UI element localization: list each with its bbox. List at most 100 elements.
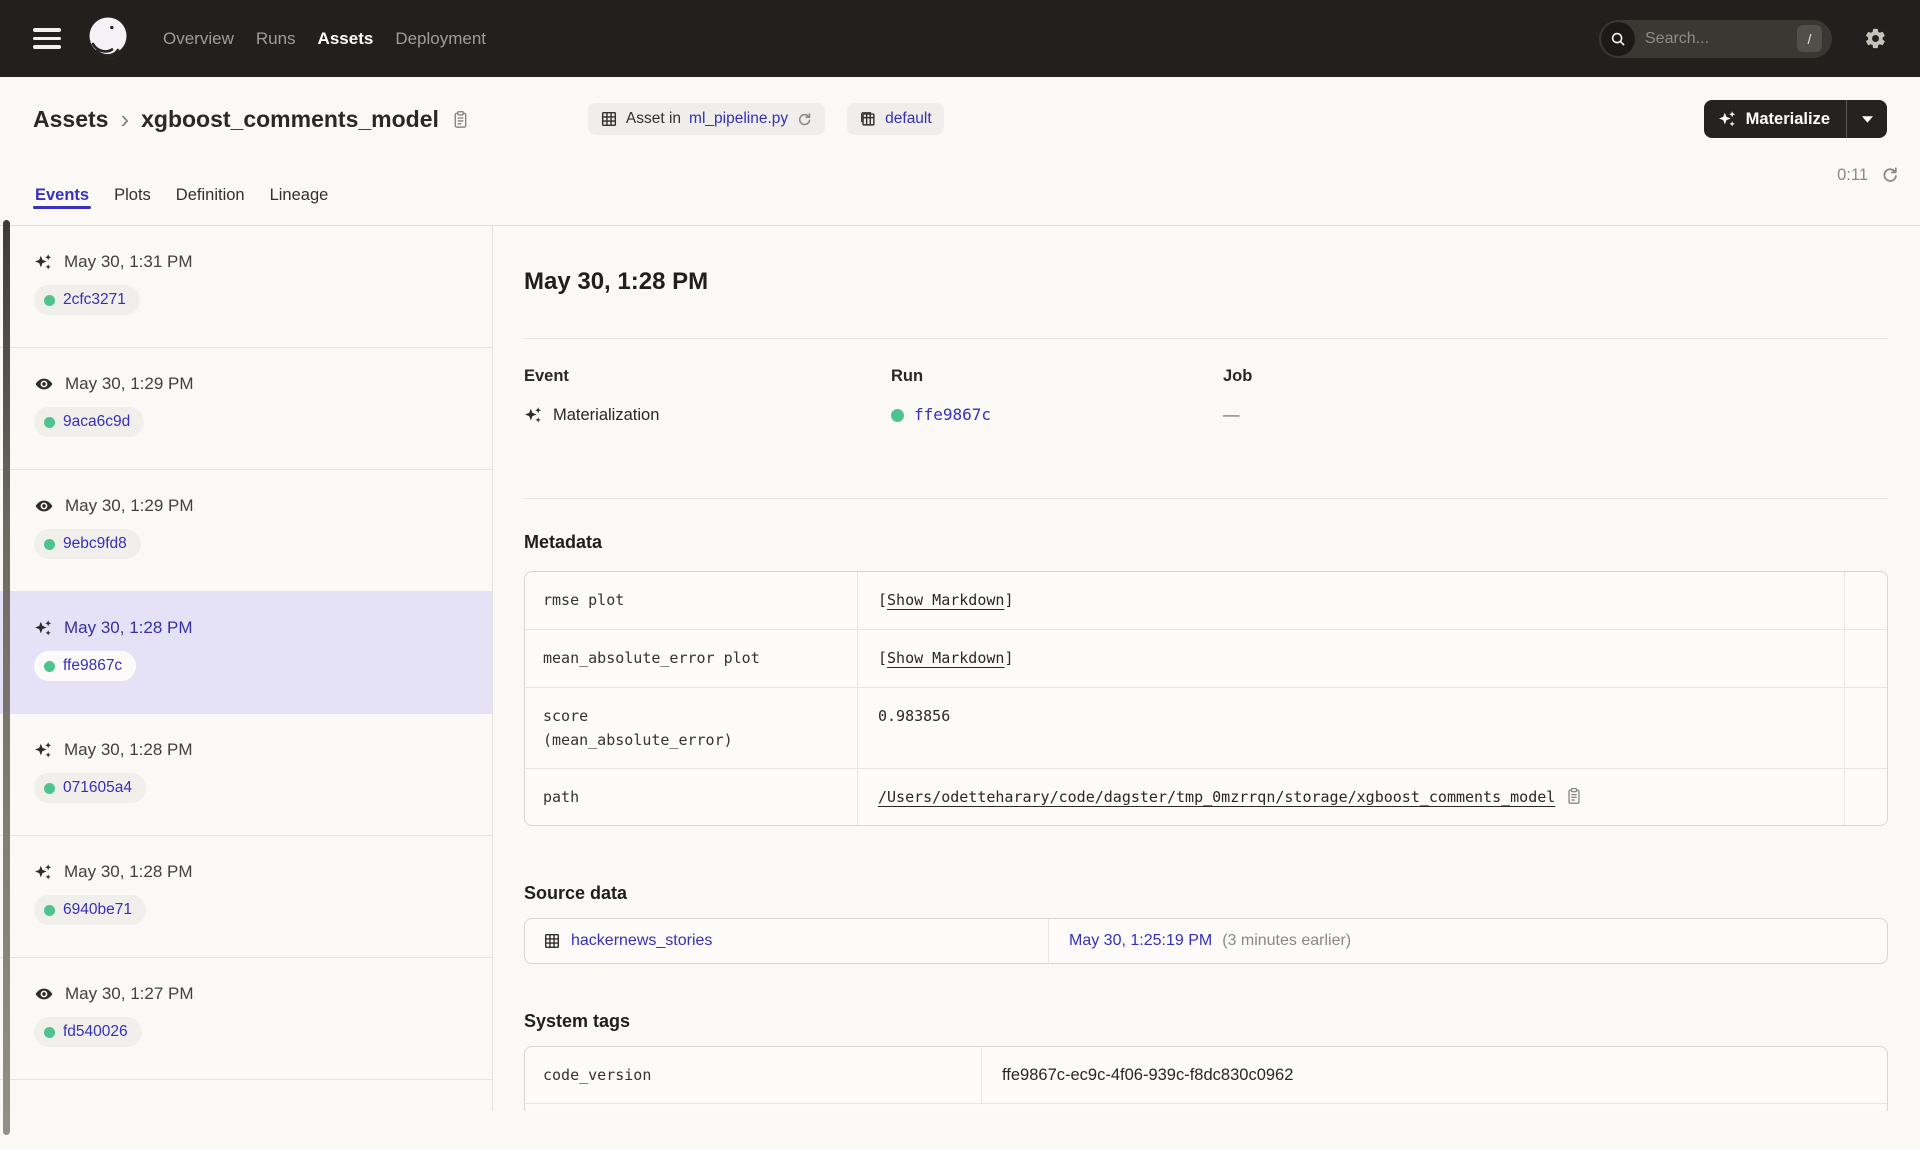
event-list-item[interactable]: May 30, 1:28 PM 071605a4 bbox=[0, 714, 492, 836]
show-markdown-link[interactable]: Show Markdown bbox=[887, 591, 1004, 609]
event-timestamp: May 30, 1:31 PM bbox=[64, 252, 193, 271]
octopus-logo-icon bbox=[89, 17, 127, 60]
run-id-link[interactable]: 9aca6c9d bbox=[34, 407, 145, 437]
run-id-text: 9aca6c9d bbox=[63, 413, 131, 430]
show-markdown-link[interactable]: Show Markdown bbox=[887, 649, 1004, 667]
metadata-key: rmse plot bbox=[525, 572, 858, 629]
code-location-link[interactable]: ml_pipeline.py bbox=[689, 110, 788, 128]
run-id-link[interactable]: 6940be71 bbox=[34, 895, 146, 925]
run-status-dot bbox=[44, 782, 55, 794]
search-shortcut-key: / bbox=[1797, 25, 1822, 52]
run-link[interactable]: ffe9867c bbox=[914, 402, 991, 428]
breadcrumb-separator: › bbox=[120, 104, 130, 134]
event-detail-panel: May 30, 1:28 PM Event Materialization Ru… bbox=[493, 226, 1920, 1111]
materialization-icon bbox=[34, 619, 53, 638]
event-column-label: Event bbox=[524, 367, 569, 385]
run-id-text: fd540026 bbox=[63, 1023, 128, 1040]
run-status-dot bbox=[44, 1026, 55, 1038]
run-status-dot bbox=[44, 660, 55, 672]
run-id-link[interactable]: 2cfc3271 bbox=[34, 285, 140, 315]
scrollbar[interactable] bbox=[3, 220, 10, 1135]
event-list: May 30, 1:31 PM 2cfc3271 May 30, 1:29 PM 9a… bbox=[0, 226, 493, 1111]
metadata-row: rmse plot [Show Markdown] bbox=[525, 572, 1887, 629]
source-time-note: (3 minutes earlier) bbox=[1222, 932, 1352, 949]
run-id-text: 2cfc3271 bbox=[63, 291, 126, 308]
system-tag-row: code_version ffe9867c-ec9c-4f06-939c-f8dc… bbox=[525, 1047, 1887, 1103]
settings-gear-icon[interactable] bbox=[1864, 27, 1887, 50]
asset-group-badge: default bbox=[847, 103, 944, 135]
metadata-row: score (mean_absolute_error) 0.983856 bbox=[525, 687, 1887, 768]
metadata-table: rmse plot [Show Markdown] mean_absolute_er… bbox=[524, 571, 1888, 826]
asset-grid-icon bbox=[601, 111, 616, 127]
event-timestamp: May 30, 1:27 PM bbox=[65, 984, 194, 1003]
refresh-icon[interactable] bbox=[1880, 165, 1900, 185]
reload-location-icon[interactable] bbox=[796, 111, 813, 128]
bracket: ] bbox=[1004, 649, 1014, 667]
nav-link-runs[interactable]: Runs bbox=[256, 29, 296, 49]
materialize-label: Materialize bbox=[1745, 109, 1830, 128]
source-materialization-time-link[interactable]: May 30, 1:25:19 PM bbox=[1069, 932, 1212, 950]
primary-nav: Overview Runs Assets Deployment bbox=[163, 29, 486, 49]
run-status-dot bbox=[44, 538, 55, 550]
run-id-text: 071605a4 bbox=[63, 779, 132, 796]
materialize-dropdown-caret[interactable] bbox=[1847, 100, 1887, 138]
tab-events[interactable]: Events bbox=[33, 186, 92, 225]
divider bbox=[524, 338, 1888, 339]
job-value: — bbox=[1223, 406, 1240, 424]
event-list-item[interactable]: May 30, 1:29 PM 9aca6c9d bbox=[0, 348, 492, 470]
copy-asset-name-icon[interactable] bbox=[451, 110, 470, 129]
run-id-text: 6940be71 bbox=[63, 901, 132, 918]
observation-icon bbox=[34, 496, 54, 516]
system-tag-key: code_version bbox=[525, 1047, 982, 1103]
run-id-link[interactable]: 071605a4 bbox=[34, 773, 146, 803]
metadata-key: path bbox=[525, 769, 858, 825]
sparkle-icon bbox=[1718, 110, 1735, 127]
run-id-link[interactable]: ffe9867c bbox=[34, 651, 137, 681]
asset-group-link[interactable]: default bbox=[885, 110, 932, 128]
source-data-table: hackernews_stories May 30, 1:25:19 PM (3 m… bbox=[524, 918, 1888, 964]
tab-definition[interactable]: Definition bbox=[174, 186, 247, 225]
tab-lineage[interactable]: Lineage bbox=[268, 186, 331, 225]
metadata-heading: Metadata bbox=[524, 532, 603, 552]
materialization-icon bbox=[34, 863, 53, 882]
run-column-label: Run bbox=[891, 367, 924, 385]
event-list-item[interactable]: May 30, 1:27 PM fd540026 bbox=[0, 958, 492, 1080]
run-id-text: ffe9867c bbox=[63, 657, 123, 674]
source-data-row: hackernews_stories May 30, 1:25:19 PM (3 m… bbox=[525, 919, 1887, 963]
event-timestamp: May 30, 1:28 PM bbox=[64, 862, 193, 881]
nav-link-deployment[interactable]: Deployment bbox=[395, 29, 486, 49]
run-status-dot bbox=[891, 408, 904, 422]
nav-link-overview[interactable]: Overview bbox=[163, 29, 234, 49]
metadata-row: path/Users/odetteharary/code/dagster/tmp… bbox=[525, 768, 1887, 825]
copy-path-icon[interactable] bbox=[1565, 787, 1583, 805]
search-icon bbox=[1601, 21, 1635, 56]
materialization-icon bbox=[525, 406, 542, 423]
breadcrumb-assets-link[interactable]: Assets bbox=[33, 106, 108, 133]
search-input[interactable]: Search... / bbox=[1599, 19, 1832, 58]
row-end-cell bbox=[1844, 572, 1887, 629]
run-status-dot bbox=[44, 294, 55, 306]
row-end-cell bbox=[1844, 769, 1887, 825]
asset-name: xgboost_comments_model bbox=[141, 105, 439, 132]
event-timestamp: May 30, 1:28 PM bbox=[64, 740, 193, 759]
run-id-link[interactable]: fd540026 bbox=[34, 1017, 142, 1047]
run-id-link[interactable]: 9ebc9fd8 bbox=[34, 529, 141, 559]
path-link[interactable]: /Users/odetteharary/code/dagster/tmp_0mz… bbox=[878, 785, 1555, 809]
metadata-value: /Users/odetteharary/code/dagster/tmp_0mz… bbox=[858, 769, 1844, 825]
observation-icon bbox=[34, 374, 54, 394]
job-column-label: Job bbox=[1223, 367, 1253, 385]
search-placeholder: Search... bbox=[1645, 29, 1710, 47]
tab-plots[interactable]: Plots bbox=[112, 186, 153, 225]
metadata-key: mean_absolute_error plot bbox=[525, 630, 858, 687]
event-list-item[interactable]: May 30, 1:28 PM 6940be71 bbox=[0, 836, 492, 958]
observation-icon bbox=[34, 984, 54, 1004]
code-location-badge: Asset in ml_pipeline.py bbox=[587, 103, 826, 135]
event-list-item[interactable]: May 30, 1:29 PM 9ebc9fd8 bbox=[0, 470, 492, 592]
source-asset-link[interactable]: hackernews_stories bbox=[571, 932, 712, 950]
menu-icon[interactable] bbox=[33, 28, 61, 49]
materialize-button[interactable]: Materialize bbox=[1703, 100, 1887, 138]
nav-link-assets[interactable]: Assets bbox=[318, 29, 374, 49]
dagster-logo[interactable] bbox=[85, 15, 133, 63]
event-list-item[interactable]: May 30, 1:31 PM 2cfc3271 bbox=[0, 226, 492, 348]
event-list-item[interactable]: May 30, 1:28 PM ffe9867c bbox=[0, 592, 492, 714]
